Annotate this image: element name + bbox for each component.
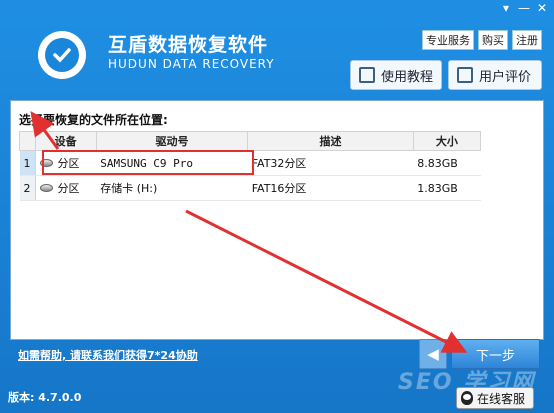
tutorial-label: 使用教程	[381, 69, 434, 85]
book-icon	[359, 67, 375, 83]
selection-highlight-box	[42, 150, 254, 175]
pro-service-link[interactable]: 专业服务	[422, 30, 474, 50]
top-links: 专业服务 购买 注册	[422, 30, 542, 50]
back-arrow-icon: ◀	[427, 345, 439, 363]
buy-link[interactable]: 购买	[478, 30, 508, 50]
app-window: ▾ — ✕ 互盾数据恢复软件 HUDUN DATA RECOVERY 专业服务 …	[0, 0, 554, 413]
panel-title: 选择要恢复的文件所在位置:	[19, 113, 168, 127]
size-cell: 8.83GB	[413, 150, 481, 176]
app-subtitle: HUDUN DATA RECOVERY	[108, 57, 275, 71]
qq-penguin-icon	[461, 391, 473, 405]
description-cell: FAT32分区	[247, 150, 414, 176]
review-label: 用户评价	[479, 69, 532, 85]
review-button[interactable]: 用户评价	[448, 60, 542, 90]
menu-dropdown-icon[interactable]: ▾	[500, 2, 512, 14]
version-label: 版本: 4.7.0.0	[8, 391, 82, 404]
column-drive[interactable]: 驱动号	[95, 131, 249, 151]
column-device[interactable]: 设备	[34, 131, 97, 151]
customer-service-button[interactable]: 在线客服	[456, 387, 534, 409]
app-title: 互盾数据恢复软件	[108, 34, 269, 56]
shield-check-icon	[38, 31, 86, 79]
register-link[interactable]: 注册	[512, 30, 542, 50]
row-number: 1	[19, 150, 36, 176]
column-description[interactable]: 描述	[247, 131, 414, 151]
window-controls: ▾ — ✕	[500, 2, 548, 14]
tutorial-button[interactable]: 使用教程	[350, 60, 442, 90]
device-label: 分区	[57, 182, 80, 195]
drive-cell: 存储卡 (H:)	[96, 175, 248, 201]
column-size[interactable]: 大小	[412, 131, 482, 151]
description-cell: FAT16分区	[247, 175, 414, 201]
chat-icon	[457, 67, 473, 83]
minimize-icon[interactable]: —	[518, 2, 530, 14]
row-number-header	[19, 131, 36, 151]
device-cell: 分区	[35, 175, 97, 201]
disk-icon	[39, 184, 53, 192]
size-cell: 1.83GB	[413, 175, 481, 201]
location-panel: 选择要恢复的文件所在位置: 设备 驱动号 描述 大小 1 分区 SAMSUNG …	[10, 100, 544, 340]
close-icon[interactable]: ✕	[536, 2, 548, 14]
customer-service-label: 在线客服	[477, 391, 526, 406]
help-link[interactable]: 如需帮助, 请联系我们获得7*24协助	[18, 347, 198, 363]
table-row[interactable]: 2 分区 存储卡 (H:) FAT16分区 1.83GB	[19, 175, 481, 201]
row-number: 2	[19, 175, 36, 201]
